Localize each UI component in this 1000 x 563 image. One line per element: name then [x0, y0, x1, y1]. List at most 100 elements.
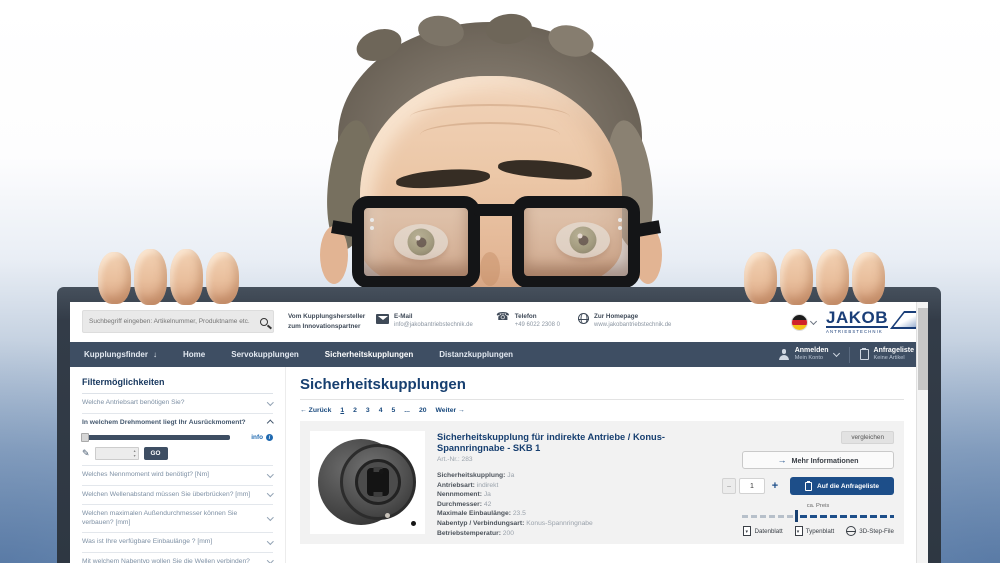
- price-marker: [795, 510, 798, 522]
- filter-einbaulaenge[interactable]: Was ist Ihre verfügbare Einbaulänge ? [m…: [82, 533, 273, 553]
- results-area: Sicherheitskupplungen ← Zurück 1 2 3 4 5…: [286, 367, 916, 563]
- contact-homepage[interactable]: Zur Homepagewww.jakobantriebstechnik.de: [578, 312, 671, 330]
- scrollbar-thumb[interactable]: [918, 308, 928, 390]
- typenblatt-link[interactable]: Typenblatt: [795, 526, 835, 536]
- chevron-down-icon: [267, 538, 273, 544]
- nav-sicherheitskupplungen[interactable]: Sicherheitskupplungen: [325, 350, 413, 359]
- nav-divider: [849, 347, 850, 363]
- glasses-bridge: [474, 204, 518, 216]
- finger: [98, 252, 131, 304]
- nav-servokupplungen[interactable]: Servokupplungen: [231, 350, 299, 359]
- glasses-rivet: [370, 218, 374, 222]
- coupling-screw: [379, 469, 384, 474]
- step-file-link[interactable]: 3D-Step-File: [846, 526, 894, 536]
- glasses-rivet: [618, 218, 622, 222]
- pagination-page-2[interactable]: 2: [353, 407, 357, 414]
- datenblatt-link[interactable]: Datenblatt: [743, 526, 782, 536]
- chevron-down-icon: [810, 318, 817, 325]
- page-title: Sicherheitskupplungen: [300, 376, 904, 393]
- request-list-button[interactable]: AnfragelisteKeine Artikel: [860, 347, 914, 362]
- hero-scene: Vom Kupplungshersteller zum Innovationsp…: [0, 0, 1000, 563]
- price-indicator: ca. Preis: [742, 503, 894, 520]
- product-card: Sicherheitskupplung für indirekte Antrie…: [300, 421, 904, 544]
- qty-input[interactable]: 1: [739, 478, 765, 494]
- chevron-up-icon: [267, 421, 273, 427]
- spec-row: Maximale Einbaulänge: 23.5: [437, 509, 710, 519]
- finger: [780, 249, 813, 305]
- right-hand: [744, 252, 885, 305]
- product-actions: vergleichen → Mehr Informationen − 1 +: [722, 431, 894, 534]
- edit-pencil-icon: ✎: [82, 449, 90, 458]
- slider-handle[interactable]: [81, 433, 89, 442]
- search-bar[interactable]: [82, 310, 274, 333]
- arrow-right-icon: →: [777, 455, 786, 465]
- chevron-down-icon: [832, 350, 839, 357]
- info-link[interactable]: infoi: [251, 434, 273, 441]
- finger: [206, 252, 239, 304]
- spec-row: Betriebstemperatur: 200: [437, 529, 710, 539]
- nav-home[interactable]: Home: [183, 350, 205, 359]
- product-image[interactable]: [310, 431, 425, 534]
- email-icon: [376, 314, 389, 324]
- jakob-logo[interactable]: JAKOB ANTRIEBSTECHNIK: [826, 309, 921, 334]
- filter-wellenabstand[interactable]: Welchen Wellenabstand müssen Sie überbrü…: [82, 486, 273, 506]
- quantity-row: − 1 + Auf die Anfrageliste: [722, 477, 894, 495]
- pagination-ellipsis: ...: [404, 407, 410, 414]
- site-header: Vom Kupplungshersteller zum Innovationsp…: [70, 302, 928, 342]
- contact-email[interactable]: E-Mailinfo@jakobantriebstechnik.de: [376, 312, 473, 330]
- qty-plus-button[interactable]: +: [768, 478, 782, 494]
- downloads-row: Datenblatt Typenblatt 3D-Step-File: [743, 526, 894, 536]
- chevron-down-icon: [267, 558, 273, 563]
- pagination-page-3[interactable]: 3: [366, 407, 370, 414]
- info-icon: i: [266, 434, 273, 441]
- phone-icon: ☎: [496, 312, 510, 322]
- main-nav: Kupplungsfinder↓ Home Servokupplungen Si…: [70, 342, 928, 367]
- compare-button[interactable]: vergleichen: [841, 431, 894, 444]
- pagination-prev[interactable]: ← Zurück: [300, 407, 331, 414]
- pagination-page-4[interactable]: 4: [379, 407, 383, 414]
- chevron-down-icon: [267, 471, 273, 477]
- filter-aussendurchmesser[interactable]: Welchen maximalen Außendurchmesser könne…: [82, 505, 273, 533]
- german-flag-icon: [792, 315, 807, 330]
- pdf-doc-icon: [743, 526, 751, 536]
- filter-nabentyp[interactable]: Mit welchem Nabentyp wollen Sie die Well…: [82, 553, 273, 563]
- search-icon[interactable]: [255, 311, 273, 332]
- search-input[interactable]: [83, 318, 255, 325]
- coupling-screw: [411, 521, 416, 526]
- price-scale: [742, 512, 894, 520]
- qty-minus-button[interactable]: −: [722, 478, 736, 494]
- monitor: Vom Kupplungshersteller zum Innovationsp…: [57, 287, 941, 563]
- coupling-screw: [385, 513, 390, 518]
- glasses-right-lens: [512, 196, 640, 288]
- finger: [744, 252, 777, 304]
- filter-sidebar: Filtermöglichkeiten Welche Antriebsart b…: [70, 367, 286, 563]
- product-specs: Sicherheitskupplung: Ja Antriebsart: ind…: [437, 471, 710, 538]
- pagination-page-20[interactable]: 20: [419, 407, 427, 414]
- language-selector[interactable]: [792, 315, 816, 330]
- glasses-rivet: [370, 226, 374, 230]
- torque-value-input[interactable]: [95, 447, 139, 460]
- spec-row: Nabentyp / Verbindungsart: Konus-Spannri…: [437, 519, 710, 529]
- add-to-request-list-button[interactable]: Auf die Anfrageliste: [790, 477, 894, 495]
- product-title[interactable]: Sicherheitskupplung für indirekte Antrie…: [437, 432, 710, 454]
- product-artnr: Art.-Nr.: 283: [437, 456, 710, 463]
- contact-phone[interactable]: ☎ Telefon+49 6022 2308 0: [496, 312, 560, 330]
- globe-icon: [578, 313, 589, 324]
- browser-screen: Vom Kupplungshersteller zum Innovationsp…: [70, 302, 928, 563]
- torque-slider[interactable]: [82, 435, 230, 440]
- filter-drehmoment[interactable]: In welchem Drehmoment liegt Ihr Ausrückm…: [82, 414, 273, 467]
- more-info-button[interactable]: → Mehr Informationen: [742, 451, 894, 469]
- filter-nennmoment[interactable]: Welches Nennmoment wird benötigt? [Nm]: [82, 466, 273, 486]
- nav-distanzkupplungen[interactable]: Distanzkupplungen: [439, 350, 513, 359]
- filter-antriebsart[interactable]: Welche Antriebsart benötigen Sie?: [82, 394, 273, 414]
- pagination-page-1[interactable]: 1: [340, 407, 344, 414]
- chevron-down-icon: [267, 514, 273, 520]
- arrow-down-icon: ↓: [153, 350, 157, 359]
- go-button[interactable]: GO: [144, 447, 168, 460]
- account-menu[interactable]: AnmeldenMein Konto: [779, 347, 839, 362]
- pagination-next[interactable]: Weiter →: [436, 407, 465, 414]
- pagination-page-5[interactable]: 5: [391, 407, 395, 414]
- finger: [852, 252, 885, 304]
- scrollbar[interactable]: [916, 302, 928, 563]
- nav-kupplungsfinder[interactable]: Kupplungsfinder↓: [84, 350, 157, 359]
